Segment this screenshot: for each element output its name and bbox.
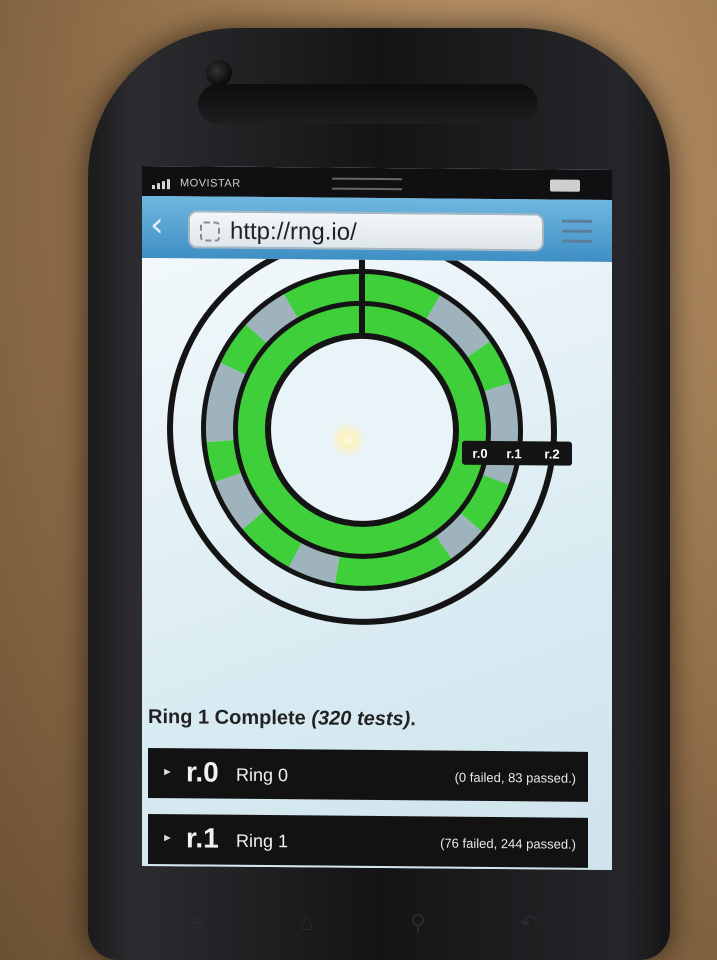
home-key-icon[interactable]: ⌂ — [300, 910, 313, 936]
address-bar[interactable]: http://rng.io/ — [188, 210, 544, 252]
ring-label-0: r.0 — [472, 446, 487, 461]
ring-stats: (0 failed, 83 passed.) — [454, 769, 576, 786]
back-key-icon[interactable]: ↶ — [520, 910, 538, 936]
ring-label-2: r.2 — [544, 446, 559, 461]
browser-toolbar: ‹ http://rng.io/ — [142, 195, 612, 263]
expand-triangle-icon: ► — [162, 832, 173, 845]
ring-label-1: r.1 — [506, 446, 521, 461]
carrier-label: MOVISTAR — [180, 177, 241, 190]
ring-code: r.0 — [186, 756, 219, 788]
phone-screen: MOVISTAR ‹ http://rng.io/ r.0 r.1 r.2 Ring… — [142, 165, 612, 871]
summary-text: Ring 1 Complete (320 tests). — [148, 706, 416, 731]
ring-row-1[interactable]: ► r.1 Ring 1 (76 failed, 244 passed.) — [148, 814, 588, 868]
signal-icon — [152, 179, 170, 190]
menu-key-icon[interactable]: ≡ — [190, 910, 203, 936]
ring-stats: (76 failed, 244 passed.) — [440, 835, 576, 852]
ring-1-segment — [206, 439, 242, 482]
ring-name: Ring 1 — [236, 830, 289, 852]
front-camera — [206, 60, 232, 86]
back-button[interactable]: ‹ — [150, 205, 178, 245]
page-icon — [200, 221, 220, 242]
expand-triangle-icon: ► — [162, 766, 173, 779]
page-content: r.0 r.1 r.2 Ring 1 Complete (320 tests). ►… — [142, 257, 612, 871]
browser-menu-button[interactable] — [562, 219, 592, 244]
url-text: http://rng.io/ — [230, 217, 357, 246]
ring-name: Ring 0 — [236, 764, 289, 786]
ring-1-segment — [206, 362, 247, 443]
ring-1-segment — [334, 553, 403, 586]
ring-progress-diagram: r.0 r.1 r.2 — [167, 257, 572, 625]
ring-1-segment — [482, 382, 518, 485]
status-bar: MOVISTAR — [142, 165, 612, 201]
light-glare — [330, 421, 366, 458]
hardware-nav-bar: ≡ ⌂ ⚲ ↶ — [150, 900, 570, 950]
earpiece-speaker — [198, 84, 538, 124]
search-key-icon[interactable]: ⚲ — [410, 910, 426, 936]
ring-row-0[interactable]: ► r.0 Ring 0 (0 failed, 83 passed.) — [148, 748, 588, 802]
ring-code: r.1 — [186, 822, 219, 854]
battery-icon — [550, 179, 580, 192]
notification-handle[interactable] — [332, 177, 402, 191]
ring-1-segment — [288, 542, 341, 584]
